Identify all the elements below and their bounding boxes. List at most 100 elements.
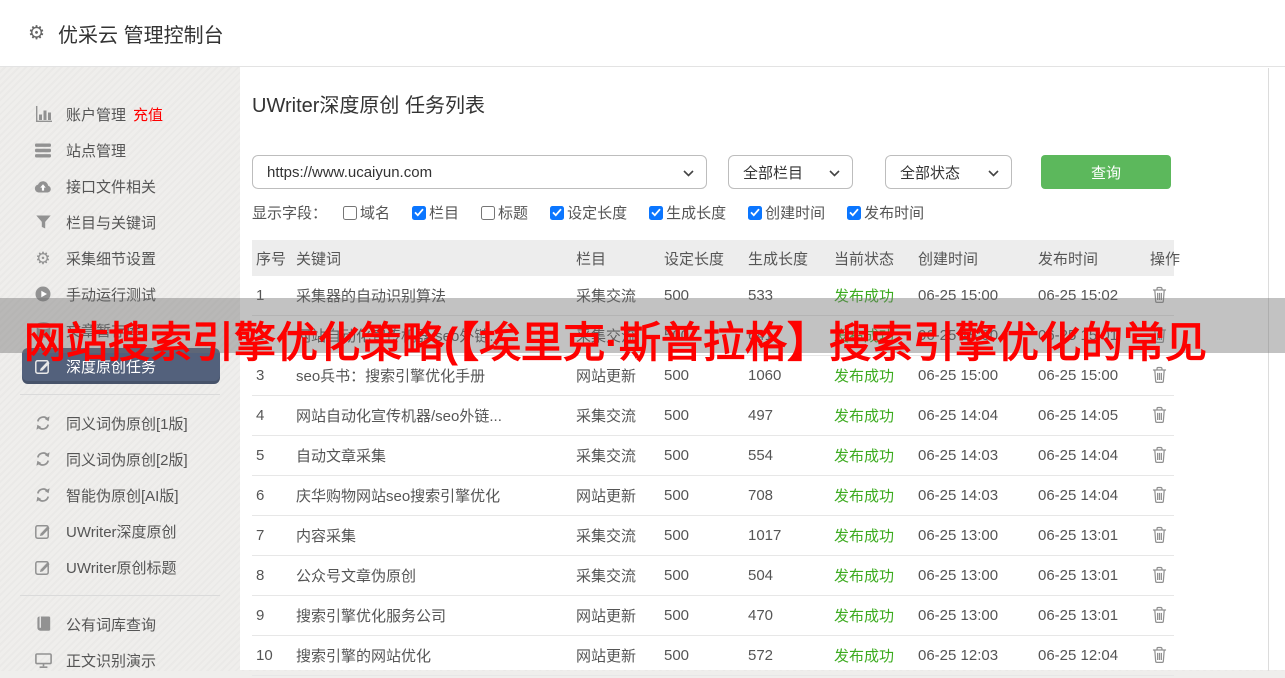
table-row: 4 网站自动化宣传机器/seo外链... 采集交流 500 497 发布成功 06-25 1… (252, 395, 1174, 436)
column-header-gen-length: 生成长度 (744, 240, 830, 276)
cell-action (1146, 515, 1174, 556)
cell-created-time: 06-25 14:03 (914, 435, 1034, 476)
checkbox-checked-icon[interactable] (847, 205, 862, 220)
trash-icon (1152, 486, 1167, 503)
refresh-icon (33, 486, 53, 505)
delete-button[interactable] (1150, 525, 1167, 543)
gear-icon: ⚙ (28, 22, 46, 44)
display-field-label: 栏目 (429, 205, 460, 222)
cell-category: 采集交流 (572, 435, 660, 476)
cell-created-time: 06-25 14:04 (914, 395, 1034, 436)
checkbox-checked-icon[interactable] (550, 205, 565, 220)
cell-status: 发布成功 (830, 435, 914, 476)
chevron-down-icon (683, 164, 694, 181)
display-field-label: 创建时间 (765, 205, 826, 222)
sidebar-item[interactable]: 同义词伪原创[1版] (22, 405, 220, 441)
cell-index: 10 (252, 635, 292, 676)
server-icon (33, 141, 53, 160)
delete-button[interactable] (1150, 645, 1167, 663)
column-header-index: 序号 (252, 240, 292, 276)
status-select[interactable]: 全部状态 (885, 155, 1012, 189)
cell-action (1146, 395, 1174, 436)
display-field-option[interactable]: 发布时间 (847, 202, 924, 223)
cell-set-length: 500 (660, 475, 744, 516)
cell-set-length: 500 (660, 635, 744, 676)
sidebar-item[interactable]: 账户管理 充值 (22, 96, 220, 132)
cell-gen-length: 1017 (744, 515, 830, 556)
chevron-down-icon (988, 164, 999, 181)
cell-created-time: 06-25 14:03 (914, 475, 1034, 516)
display-field-label: 标题 (498, 205, 529, 222)
table-row: 10 搜索引擎的网站优化 网站更新 500 572 发布成功 06-25 12:03 06-2… (252, 635, 1174, 676)
refresh-icon (33, 414, 53, 433)
display-field-option[interactable]: 域名 (343, 202, 390, 223)
sidebar-item[interactable]: UWriter原创标题 (22, 549, 220, 585)
delete-button[interactable] (1150, 485, 1167, 503)
sidebar-item[interactable]: 栏目与关键词 (22, 204, 220, 240)
cell-status: 发布成功 (830, 635, 914, 676)
cell-gen-length: 497 (744, 395, 830, 436)
checkbox-checked-icon[interactable] (412, 205, 427, 220)
sidebar-item[interactable]: 站点管理 (22, 132, 220, 168)
display-field-option[interactable]: 栏目 (412, 202, 459, 223)
display-field-label: 设定长度 (567, 205, 628, 222)
cell-keyword: 内容采集 (292, 515, 572, 556)
cell-category: 网站更新 (572, 475, 660, 516)
sidebar-item[interactable]: 公有词库查询 (22, 606, 220, 642)
column-header-keyword: 关键词 (292, 240, 572, 276)
table-row: 7 内容采集 采集交流 500 1017 发布成功 06-25 13:00 06-25 13:… (252, 515, 1174, 556)
cell-action (1146, 555, 1174, 596)
sidebar-item[interactable]: 同义词伪原创[2版] (22, 441, 220, 477)
delete-button[interactable] (1150, 405, 1167, 423)
site-select[interactable]: https://www.ucaiyun.com (252, 155, 707, 189)
gear-icon: ⚙ (35, 248, 51, 268)
cell-status: 发布成功 (830, 555, 914, 596)
delete-button[interactable] (1150, 445, 1167, 463)
cell-keyword: 搜索引擎优化服务公司 (292, 595, 572, 636)
cell-set-length: 500 (660, 595, 744, 636)
recharge-badge[interactable]: 充值 (133, 104, 163, 125)
sidebar-item-label: UWriter深度原创 (66, 523, 177, 541)
display-field-option[interactable]: 设定长度 (550, 202, 627, 223)
sidebar-item-label: 智能伪原创[AI版] (66, 487, 179, 505)
sidebar-item[interactable]: 正文识别演示 (22, 642, 220, 678)
bar-chart-icon (33, 105, 53, 124)
category-select[interactable]: 全部栏目 (728, 155, 853, 189)
app-title: 优采云 管理控制台 (58, 24, 224, 47)
checkbox-unchecked-icon[interactable] (481, 205, 496, 220)
checkbox-unchecked-icon[interactable] (343, 205, 358, 220)
sidebar-item[interactable]: 智能伪原创[AI版] (22, 477, 220, 513)
sidebar-item-label: 采集细节设置 (66, 250, 157, 268)
checkbox-checked-icon[interactable] (748, 205, 763, 220)
sidebar-divider (20, 595, 220, 596)
table-header: 序号 关键词 栏目 设定长度 生成长度 当前状态 创建时间 发布时间 操作 (252, 240, 1180, 276)
column-header-publish-time: 发布时间 (1034, 240, 1146, 276)
query-button[interactable]: 查询 (1041, 155, 1171, 189)
sidebar-item-label: 接口文件相关 (66, 178, 157, 196)
category-select-value: 全部栏目 (743, 164, 804, 182)
display-field-option[interactable]: 生成长度 (649, 202, 726, 223)
sidebar-item[interactable]: 接口文件相关 (22, 168, 220, 204)
status-select-value: 全部状态 (900, 164, 961, 182)
cell-action (1146, 475, 1174, 516)
display-field-option[interactable]: 创建时间 (748, 202, 825, 223)
cell-publish-time: 06-25 13:01 (1034, 595, 1146, 636)
page-title: UWriter深度原创 任务列表 (252, 95, 485, 117)
cell-status: 发布成功 (830, 395, 914, 436)
filter-row: https://www.ucaiyun.com 全部栏目 全部状态 查询 (252, 155, 1285, 189)
table-row: 9 搜索引擎优化服务公司 网站更新 500 470 发布成功 06-25 13:00 06-2… (252, 595, 1174, 636)
display-field-option[interactable]: 标题 (481, 202, 528, 223)
cell-keyword: 搜索引擎的网站优化 (292, 635, 572, 676)
delete-button[interactable] (1150, 565, 1167, 583)
column-header-action: 操作 (1146, 240, 1180, 276)
cell-action (1146, 435, 1174, 476)
sidebar-item[interactable]: UWriter深度原创 (22, 513, 220, 549)
cell-index: 7 (252, 515, 292, 556)
delete-button[interactable] (1150, 605, 1167, 623)
checkbox-checked-icon[interactable] (649, 205, 664, 220)
cell-gen-length: 470 (744, 595, 830, 636)
sidebar-item-label: 账户管理 (66, 106, 127, 124)
cell-publish-time: 06-25 13:01 (1034, 515, 1146, 556)
sidebar-item[interactable]: ⚙ 采集细节设置 (22, 240, 220, 276)
cell-created-time: 06-25 13:00 (914, 595, 1034, 636)
